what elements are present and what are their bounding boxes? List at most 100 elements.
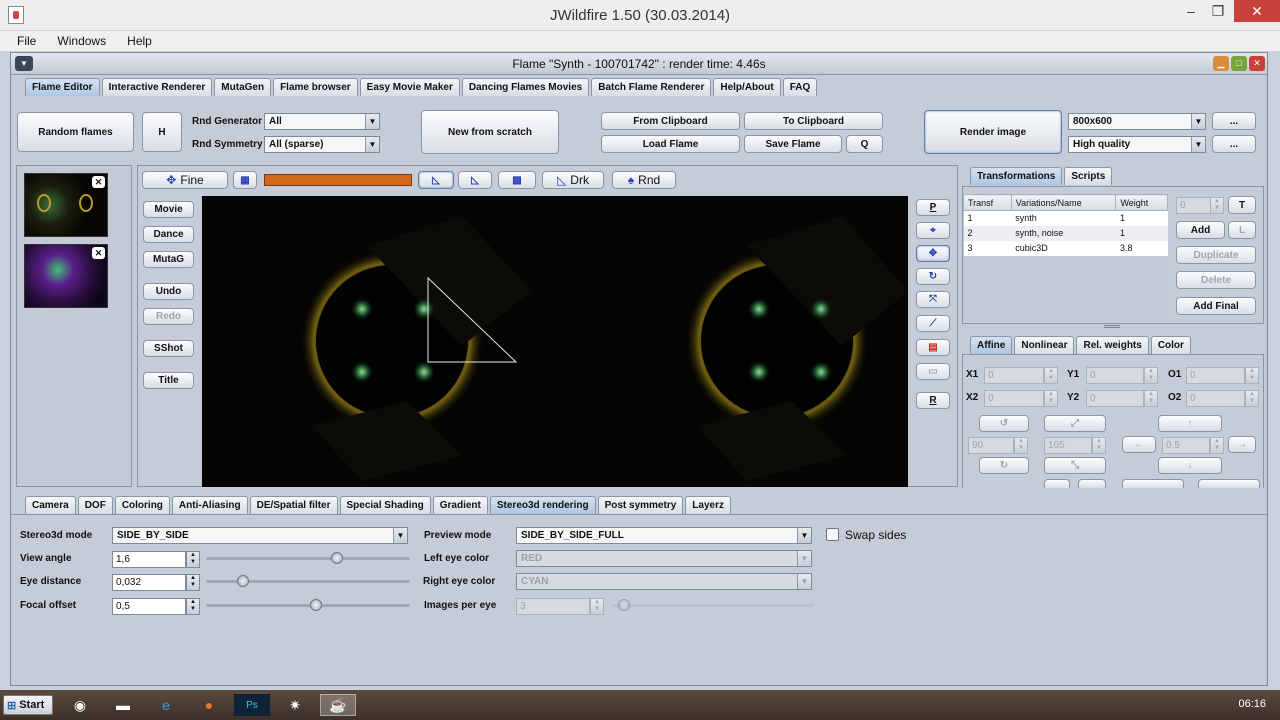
- rnd-generator-select[interactable]: All ▼: [264, 113, 380, 130]
- view-angle-field[interactable]: 1,6: [112, 551, 186, 568]
- tab-interactive-renderer[interactable]: Interactive Renderer: [101, 78, 213, 96]
- right-eye-color-select[interactable]: CYAN ▼: [516, 573, 812, 590]
- firefox-icon[interactable]: ●: [191, 694, 227, 716]
- tab-transformations[interactable]: Transformations: [970, 167, 1063, 185]
- stereo-mode-select[interactable]: SIDE_BY_SIDE ▼: [112, 527, 408, 544]
- focal-offset-field[interactable]: 0,5: [112, 598, 186, 615]
- spinner-arrows-icon[interactable]: ▲ ▼: [1245, 390, 1259, 407]
- p-button[interactable]: P: [916, 199, 950, 216]
- close-button[interactable]: ✕: [1234, 0, 1280, 22]
- quality-select[interactable]: High quality ▼: [1068, 136, 1206, 153]
- spinner-arrows-icon[interactable]: ▲ ▼: [1014, 437, 1028, 454]
- resolution-more-button[interactable]: ...: [1212, 112, 1256, 130]
- restore-button[interactable]: ❐: [1203, 0, 1233, 22]
- images-per-eye-slider[interactable]: [612, 604, 814, 607]
- photoshop-icon[interactable]: Ps: [234, 694, 270, 716]
- spinner-arrows-icon[interactable]: ▲ ▼: [1144, 390, 1158, 407]
- scale-amount-field[interactable]: 105: [1044, 437, 1092, 454]
- images-per-eye-slider-thumb[interactable]: [618, 599, 630, 611]
- left-eye-color-select[interactable]: RED ▼: [516, 550, 812, 567]
- split-handle[interactable]: [1104, 325, 1120, 328]
- eye-distance-slider-thumb[interactable]: [236, 575, 249, 587]
- dance-button[interactable]: Dance: [143, 226, 194, 243]
- q-button[interactable]: Q: [846, 135, 883, 153]
- x1-field[interactable]: 0: [984, 367, 1044, 384]
- transform-index-field[interactable]: 0: [1176, 197, 1214, 214]
- start-button[interactable]: ⊞ Start: [3, 695, 53, 715]
- images-per-eye-field[interactable]: 3: [516, 598, 590, 615]
- spinner-arrows-icon[interactable]: ▲ ▼: [186, 551, 200, 568]
- tab-camera[interactable]: Camera: [25, 496, 76, 514]
- o2-field[interactable]: 0: [1186, 390, 1245, 407]
- scale-icon[interactable]: ⤧: [916, 291, 950, 308]
- tab-help-about[interactable]: Help/About: [713, 78, 781, 96]
- render-image-button[interactable]: Render image: [924, 110, 1062, 154]
- frame-maximize-icon[interactable]: □: [1231, 56, 1247, 71]
- add-final-button[interactable]: Add Final: [1176, 297, 1256, 315]
- rotate-amount-field[interactable]: 90: [968, 437, 1014, 454]
- redo-button[interactable]: Redo: [143, 308, 194, 325]
- add-transform-button[interactable]: Add: [1176, 221, 1225, 239]
- resolution-select[interactable]: 800x600 ▼: [1068, 113, 1206, 130]
- tab-mutagen[interactable]: MutaGen: [214, 78, 272, 96]
- java-icon[interactable]: ☕: [320, 694, 356, 716]
- move-right-icon[interactable]: →: [1228, 436, 1256, 453]
- spinner-arrows-icon[interactable]: ▲ ▼: [1210, 437, 1224, 454]
- partially-visible-button[interactable]: [1198, 479, 1260, 488]
- random-flames-button[interactable]: Random flames: [17, 112, 134, 152]
- swap-sides-checkbox[interactable]: [826, 528, 839, 541]
- tab-dancing-flames[interactable]: Dancing Flames Movies: [461, 78, 590, 96]
- tab-anti-aliasing[interactable]: Anti-Aliasing: [171, 496, 248, 514]
- tab-dof[interactable]: DOF: [77, 496, 113, 514]
- view-angle-slider-thumb[interactable]: [330, 552, 343, 564]
- tab-faq[interactable]: FAQ: [782, 78, 818, 96]
- tab-layerz[interactable]: Layerz: [685, 496, 731, 514]
- tab-affine[interactable]: Affine: [970, 336, 1013, 354]
- title-button[interactable]: Title: [143, 372, 194, 389]
- spinner-arrows-icon[interactable]: ▲ ▼: [1210, 197, 1224, 214]
- table-row[interactable]: 2 synth, noise 1: [963, 225, 1168, 241]
- y2-field[interactable]: 0: [1086, 390, 1144, 407]
- l-button[interactable]: L: [1228, 221, 1256, 239]
- frame-minimize-icon[interactable]: ▁: [1213, 56, 1229, 71]
- y1-field[interactable]: 0: [1086, 367, 1144, 384]
- spinner-arrows-icon[interactable]: ▲ ▼: [186, 574, 200, 591]
- view-angle-slider[interactable]: [206, 557, 410, 560]
- partially-visible-button[interactable]: [1122, 479, 1184, 488]
- tab-nonlinear[interactable]: Nonlinear: [1014, 336, 1075, 354]
- to-clipboard-button[interactable]: To Clipboard: [744, 112, 883, 130]
- tab-easy-movie-maker[interactable]: Easy Movie Maker: [359, 78, 460, 96]
- o1-field[interactable]: 0: [1186, 367, 1245, 384]
- duplicate-button[interactable]: Duplicate: [1176, 246, 1256, 264]
- table-row[interactable]: 3 cubic3D 3.8: [963, 240, 1168, 256]
- chrome-icon[interactable]: ◉: [62, 694, 98, 716]
- move-amount-field[interactable]: 0.5: [1162, 437, 1210, 454]
- spinner-arrows-icon[interactable]: ▲ ▼: [1044, 367, 1058, 384]
- tab-color[interactable]: Color: [1150, 336, 1191, 354]
- t-button[interactable]: T: [1228, 196, 1256, 214]
- flame-canvas[interactable]: [202, 196, 908, 487]
- tab-coloring[interactable]: Coloring: [114, 496, 170, 514]
- menu-windows[interactable]: Windows: [57, 31, 106, 48]
- table-row[interactable]: 1 synth 1: [963, 210, 1168, 226]
- folder-icon[interactable]: ▬: [105, 694, 141, 716]
- preview-mode-select[interactable]: SIDE_BY_SIDE_FULL ▼: [516, 527, 812, 544]
- app-icon[interactable]: ✷: [277, 694, 313, 716]
- disabled-tool-icon[interactable]: ▭: [916, 363, 950, 380]
- edit-mode-icon[interactable]: [1078, 479, 1106, 488]
- focal-offset-slider[interactable]: [206, 604, 410, 607]
- rnd-symmetry-select[interactable]: All (sparse) ▼: [264, 136, 380, 153]
- sshot-button[interactable]: SShot: [143, 340, 194, 357]
- move-down-icon[interactable]: ↓: [1158, 457, 1222, 474]
- x2-field[interactable]: 0: [984, 390, 1044, 407]
- transforms-table[interactable]: Transf Variations/Name Weight 1 synth 1 2s…: [963, 194, 1168, 319]
- mutag-button[interactable]: MutaG: [143, 251, 194, 268]
- tab-gradient[interactable]: Gradient: [432, 496, 488, 514]
- edit-mode-icon[interactable]: [1044, 479, 1070, 488]
- move-up-icon[interactable]: ↑: [1158, 415, 1222, 432]
- rotate-right-icon[interactable]: ↻: [979, 457, 1029, 474]
- spinner-arrows-icon[interactable]: ▲ ▼: [1245, 367, 1259, 384]
- ie-icon[interactable]: e: [148, 694, 184, 716]
- quality-more-button[interactable]: ...: [1212, 135, 1256, 153]
- tab-flame-editor[interactable]: Flame Editor: [25, 78, 100, 96]
